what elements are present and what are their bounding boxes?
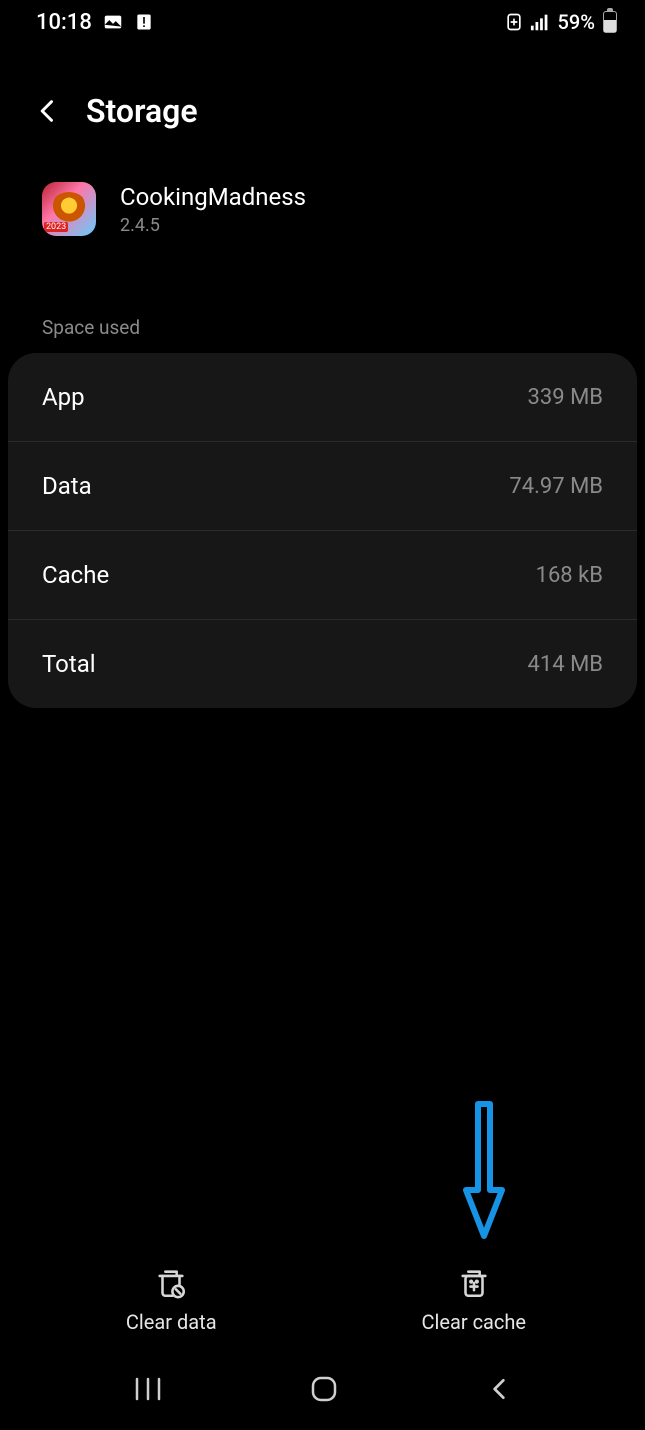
recents-button[interactable] (133, 1376, 163, 1406)
row-label: Total (42, 650, 96, 678)
data-saver-icon (504, 12, 524, 32)
clear-cache-icon (457, 1266, 491, 1300)
header: Storage (0, 44, 645, 140)
app-icon (42, 182, 96, 236)
row-total: Total 414 MB (8, 620, 637, 708)
clear-data-button[interactable]: Clear data (71, 1266, 271, 1334)
clear-data-icon (154, 1266, 188, 1300)
row-data: Data 74.97 MB (8, 442, 637, 531)
status-bar: 10:18 59% (0, 0, 645, 44)
section-label: Space used (0, 246, 645, 349)
clear-cache-button[interactable]: Clear cache (374, 1266, 574, 1334)
row-label: Data (42, 472, 92, 500)
alert-icon (134, 12, 154, 32)
battery-percent: 59% (558, 10, 595, 34)
system-navbar (0, 1352, 645, 1430)
bottom-actions: Clear data Clear cache (0, 1266, 645, 1352)
battery-icon (603, 11, 617, 33)
action-label: Clear data (126, 1310, 217, 1334)
home-button[interactable] (309, 1374, 339, 1408)
row-value: 339 MB (528, 385, 603, 410)
status-time: 10:18 (36, 10, 92, 35)
back-icon[interactable] (34, 93, 62, 129)
row-value: 74.97 MB (509, 474, 603, 499)
row-app: App 339 MB (8, 353, 637, 442)
back-button[interactable] (486, 1374, 512, 1408)
annotation-arrow-icon (462, 1100, 506, 1240)
storage-card: App 339 MB Data 74.97 MB Cache 168 kB To… (8, 353, 637, 708)
signal-icon (530, 12, 552, 32)
page-title: Storage (86, 92, 198, 130)
row-cache: Cache 168 kB (8, 531, 637, 620)
app-info: CookingMadness 2.4.5 (0, 140, 645, 246)
row-label: Cache (42, 561, 109, 589)
picture-icon (102, 11, 124, 33)
row-value: 414 MB (528, 652, 603, 677)
row-value: 168 kB (536, 563, 603, 588)
app-version: 2.4.5 (120, 215, 306, 236)
app-name: CookingMadness (120, 183, 306, 211)
row-label: App (42, 383, 85, 411)
action-label: Clear cache (421, 1310, 526, 1334)
